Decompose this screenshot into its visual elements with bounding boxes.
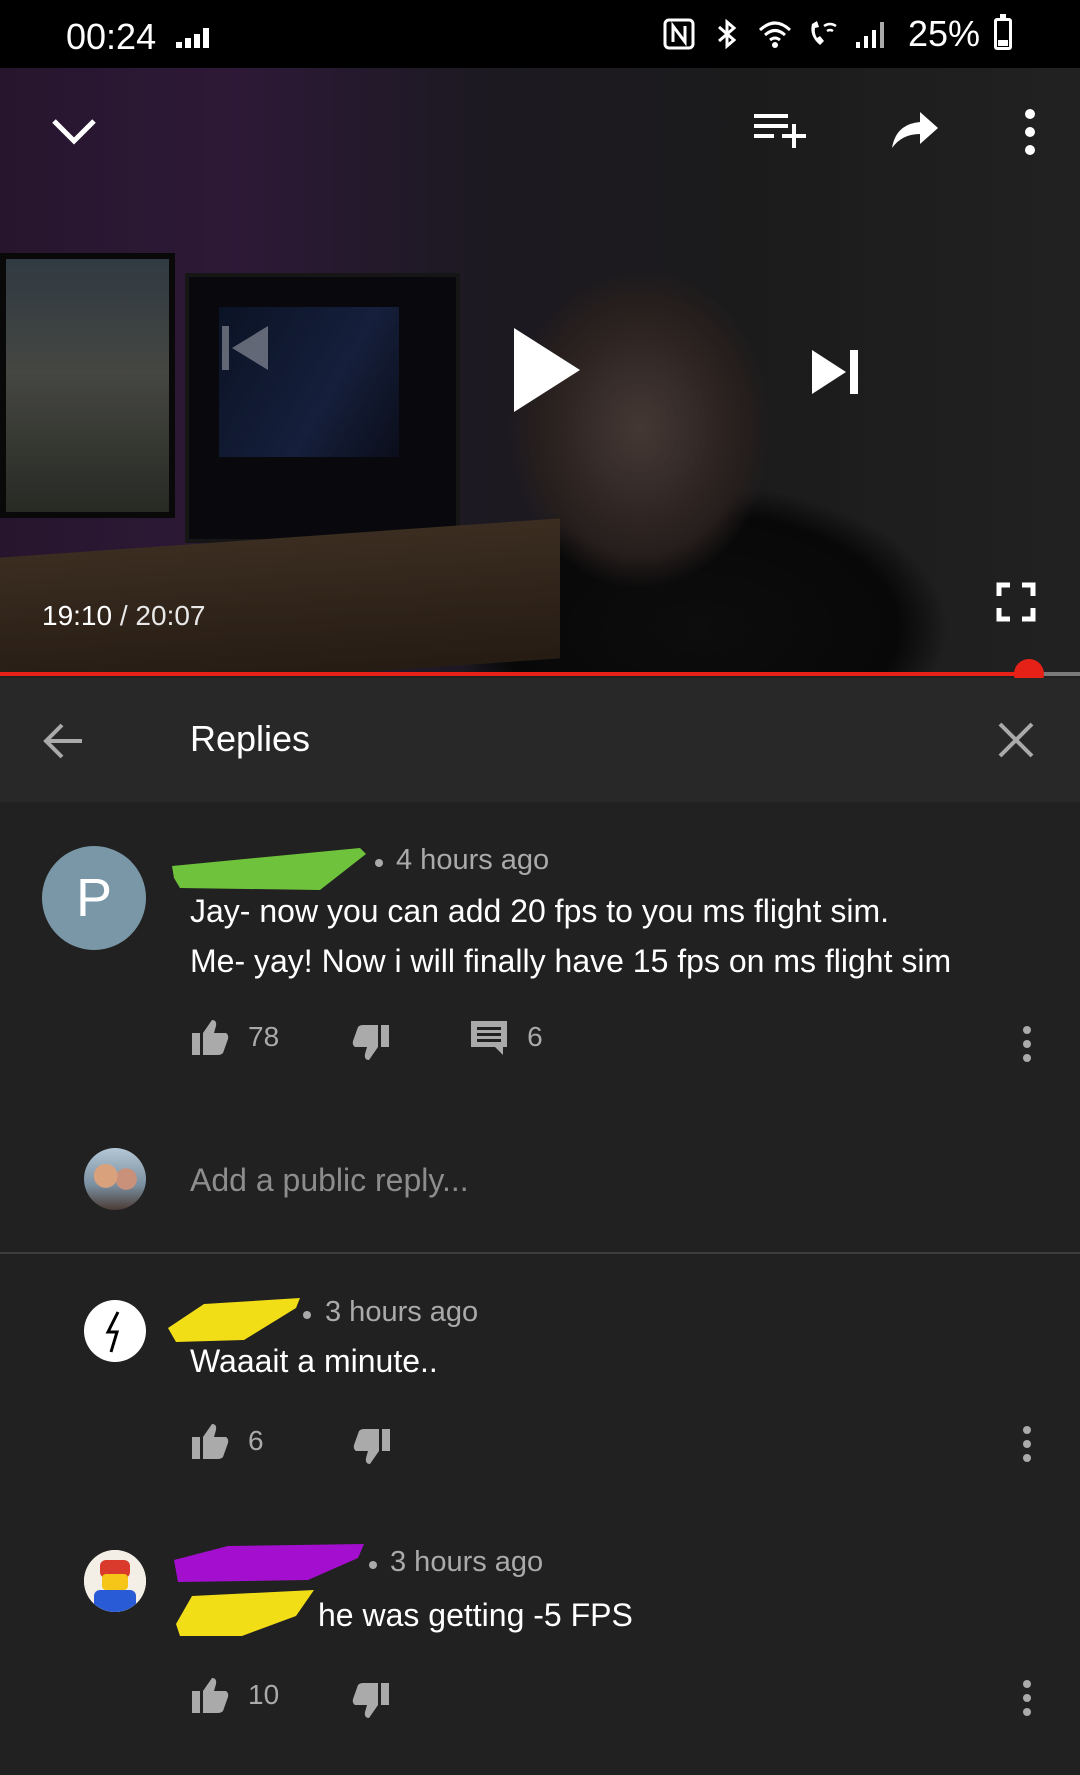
battery-percent: 25%	[907, 13, 980, 54]
reply-actions: 6	[190, 1416, 392, 1466]
reply-menu-icon[interactable]	[1020, 1426, 1032, 1464]
add-to-queue-icon[interactable]	[752, 108, 808, 152]
time-separator: /	[112, 600, 136, 631]
close-icon[interactable]	[996, 720, 1036, 760]
reply-text: Waaait a minute..	[190, 1343, 438, 1379]
avatar[interactable]	[84, 1300, 146, 1362]
collapse-chevron-icon[interactable]	[48, 104, 100, 156]
video-duration: 20:07	[135, 600, 206, 631]
replies-title: Replies	[190, 718, 311, 759]
dislike-icon[interactable]	[351, 1681, 391, 1721]
video-progress-fill	[0, 672, 1030, 676]
replies-header: Replies	[0, 678, 1080, 802]
status-icons: 25%	[662, 13, 1012, 54]
status-bar: 00:24 25%	[0, 0, 1080, 68]
redacted-author-name[interactable]	[168, 1540, 368, 1588]
reply-item: 3 hours ago Waaait a minute.. 6	[0, 1254, 1080, 1504]
arrow-back-icon[interactable]	[40, 718, 86, 764]
cell-signal-icon	[855, 22, 884, 48]
parent-comment: P 4 hours ago Jay- now you can add 20 fp…	[0, 802, 1080, 1106]
avatar[interactable]: P	[42, 846, 146, 950]
like-count: 10	[248, 1679, 280, 1710]
video-player[interactable]: 19:10 / 20:07	[0, 68, 1080, 672]
previous-icon	[222, 326, 268, 370]
like-icon[interactable]	[190, 1017, 230, 1057]
comment-text-line-1: Jay- now you can add 20 fps to you ms fl…	[190, 893, 889, 929]
current-user-avatar	[84, 1148, 146, 1210]
comment-menu-icon[interactable]	[1020, 1026, 1032, 1064]
status-time: 00:24	[66, 16, 157, 57]
reply-menu-icon[interactable]	[1020, 1680, 1032, 1718]
comment-actions: 78 6	[190, 1012, 543, 1062]
play-icon[interactable]	[510, 326, 582, 414]
separator-dot-icon	[375, 859, 383, 867]
fullscreen-icon[interactable]	[996, 582, 1036, 622]
reply-time: 3 hours ago	[325, 1296, 479, 1328]
video-timecode: 19:10 / 20:07	[42, 600, 206, 632]
signal-dots-icon	[176, 28, 210, 48]
redacted-mention[interactable]	[172, 1586, 318, 1638]
reply-input[interactable]: Add a public reply...	[190, 1162, 469, 1199]
bluetooth-icon	[717, 18, 737, 50]
reply-count: 6	[527, 1021, 543, 1052]
comment-text-line-2: Me- yay! Now i will finally have 15 fps …	[190, 943, 952, 979]
separator-dot-icon	[369, 1561, 377, 1569]
dislike-icon[interactable]	[351, 1023, 391, 1063]
like-icon[interactable]	[190, 1675, 230, 1715]
battery-icon	[994, 14, 1012, 50]
reply-text: he was getting -5 FPS	[318, 1597, 633, 1633]
reply-actions: 10	[190, 1670, 391, 1720]
like-icon[interactable]	[190, 1421, 230, 1461]
nfc-icon	[663, 18, 695, 50]
video-progress-bar[interactable]	[0, 659, 1080, 689]
reply-input-row: Add a public reply...	[0, 1106, 1080, 1254]
lego-avatar-icon	[84, 1550, 146, 1612]
like-count: 78	[248, 1021, 280, 1052]
separator-dot-icon	[303, 1311, 311, 1319]
wifi-icon	[758, 21, 791, 48]
comment-time: 4 hours ago	[396, 844, 550, 876]
wifi-calling-icon	[811, 21, 837, 45]
avatar[interactable]	[84, 1550, 146, 1612]
share-icon[interactable]	[890, 108, 940, 152]
current-time: 19:10	[42, 600, 113, 631]
reply-count-icon[interactable]	[469, 1017, 509, 1057]
dislike-icon[interactable]	[352, 1427, 392, 1467]
more-vert-icon[interactable]	[1018, 108, 1042, 156]
reply-item: 3 hours ago he was getting -5 FPS 10	[0, 1504, 1080, 1754]
lightning-avatar-icon	[105, 1311, 120, 1353]
reply-time: 3 hours ago	[390, 1546, 544, 1578]
next-icon[interactable]	[810, 348, 862, 396]
like-count: 6	[248, 1425, 264, 1456]
